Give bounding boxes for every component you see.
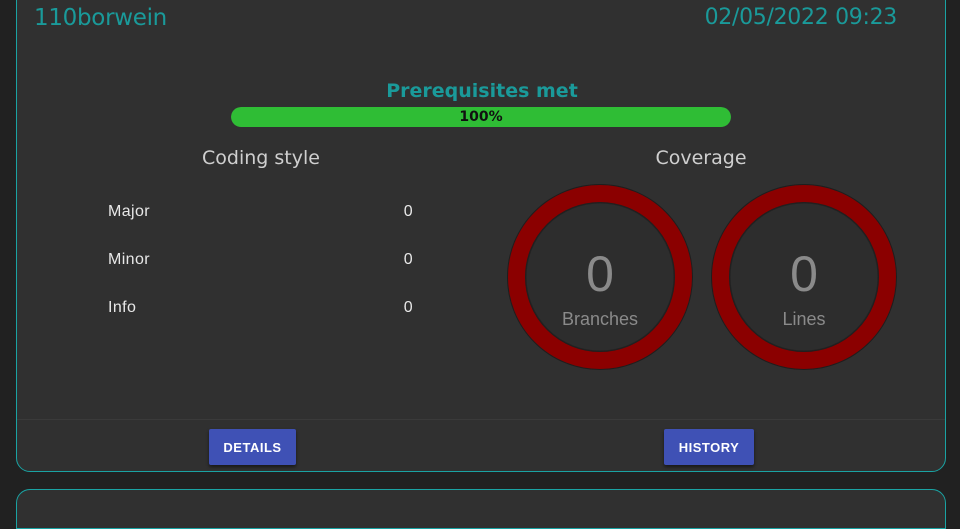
details-button[interactable]: DETAILS — [209, 429, 296, 465]
metric-label: Major — [108, 203, 151, 220]
coding-style-title: Coding style — [202, 147, 320, 169]
project-card: 110borwein 02/05/2022 09:23 Prerequisite… — [16, 0, 946, 472]
metric-value: 0 — [403, 299, 413, 316]
card-divider — [17, 419, 945, 420]
gauge-value: 0 — [790, 246, 818, 302]
metric-major: Major 0 — [108, 203, 413, 225]
history-button[interactable]: HISTORY — [664, 429, 754, 465]
metric-label: Info — [108, 299, 137, 316]
metric-info: Info 0 — [108, 299, 413, 321]
metric-minor: Minor 0 — [108, 251, 413, 273]
project-title: 110borwein — [34, 5, 167, 31]
prerequisites-progress-bar: 100% — [231, 107, 731, 127]
gauge-label: Lines — [782, 309, 826, 329]
prerequisites-label: Prerequisites met — [386, 80, 578, 102]
lines-gauge: 0 Lines — [710, 183, 898, 371]
gauge-value: 0 — [586, 246, 614, 302]
progress-percent: 100% — [459, 109, 503, 125]
run-date: 02/05/2022 09:23 — [704, 5, 898, 30]
next-project-card — [16, 489, 946, 529]
coverage-title: Coverage — [655, 147, 747, 169]
metric-value: 0 — [403, 203, 413, 220]
metric-value: 0 — [403, 251, 413, 268]
gauge-label: Branches — [561, 309, 639, 329]
metric-label: Minor — [108, 251, 151, 268]
branches-gauge: 0 Branches — [506, 183, 694, 371]
